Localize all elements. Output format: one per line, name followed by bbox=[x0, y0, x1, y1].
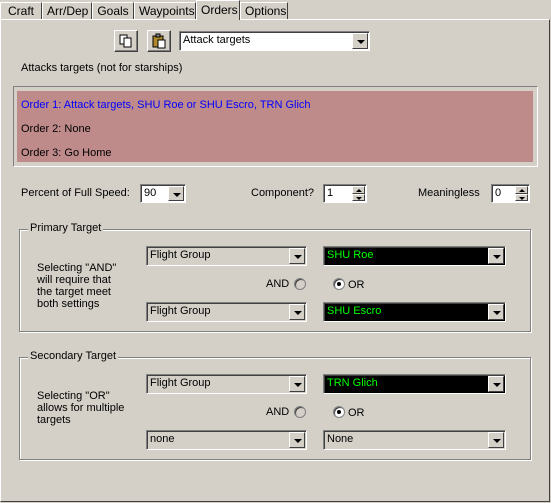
speed-value: 90 bbox=[144, 187, 157, 199]
order-3-item[interactable]: Order 3: Go Home bbox=[21, 147, 111, 159]
meaningless-value: 0 bbox=[495, 187, 502, 199]
primary-type1-value: Flight Group bbox=[150, 249, 211, 261]
order-description: Attacks targets (not for starships) bbox=[21, 62, 183, 74]
secondary-or-label: OR bbox=[348, 407, 365, 419]
primary-type2-value: Flight Group bbox=[150, 305, 211, 317]
primary-or-label: OR bbox=[348, 279, 365, 291]
chevron-down-icon[interactable] bbox=[488, 248, 504, 264]
primary-and-radio[interactable] bbox=[294, 278, 306, 290]
chevron-down-icon[interactable] bbox=[488, 432, 504, 448]
secondary-and-label: AND bbox=[266, 406, 290, 418]
tab-bar: Craft Arr/Dep Goals Waypoints Orders Opt… bbox=[0, 0, 551, 20]
spinner-arrows-icon[interactable] bbox=[352, 186, 365, 201]
tab-options[interactable]: Options bbox=[240, 2, 288, 19]
copy-order-button[interactable] bbox=[114, 30, 138, 52]
orders-list: Order 1: Attack targets, SHU Roe or SHU … bbox=[13, 86, 538, 167]
secondary-target2-value: None bbox=[327, 433, 354, 445]
primary-hint-line-3: the target meet bbox=[37, 286, 111, 298]
secondary-hint-line-3: targets bbox=[37, 414, 71, 426]
chevron-down-icon[interactable] bbox=[488, 376, 504, 392]
primary-type1-select[interactable]: Flight Group bbox=[146, 246, 307, 266]
primary-target2-value: SHU Escro bbox=[327, 305, 382, 317]
tab-orders[interactable]: Orders bbox=[196, 0, 240, 20]
order-1-item[interactable]: Order 1: Attack targets, SHU Roe or SHU … bbox=[21, 99, 311, 111]
tab-goals[interactable]: Goals bbox=[92, 2, 134, 19]
speed-select[interactable]: 90 bbox=[140, 184, 186, 203]
component-value: 1 bbox=[327, 187, 334, 199]
secondary-type2-select[interactable]: none bbox=[146, 430, 307, 450]
order-type-value: Attack targets bbox=[183, 34, 251, 46]
order-type-select[interactable]: Attack targets bbox=[179, 31, 370, 51]
tab-waypoints[interactable]: Waypoints bbox=[134, 2, 196, 19]
primary-target1-select[interactable]: SHU Roe bbox=[323, 246, 506, 266]
orders-list-body: Order 1: Attack targets, SHU Roe or SHU … bbox=[17, 91, 533, 162]
primary-target-title: Primary Target bbox=[28, 222, 104, 234]
secondary-type1-value: Flight Group bbox=[150, 377, 211, 389]
chevron-down-icon[interactable] bbox=[168, 186, 184, 201]
component-spinner[interactable]: 1 bbox=[323, 184, 367, 203]
secondary-and-radio[interactable] bbox=[294, 406, 306, 418]
copy-icon bbox=[119, 34, 132, 48]
secondary-hint-line-1: Selecting "OR" bbox=[37, 390, 110, 402]
meaningless-spinner[interactable]: 0 bbox=[491, 184, 530, 203]
secondary-target1-value: TRN Glich bbox=[327, 377, 378, 389]
primary-target1-value: SHU Roe bbox=[327, 249, 374, 261]
primary-hint-line-1: Selecting "AND" bbox=[37, 262, 117, 274]
secondary-target2-select[interactable]: None bbox=[323, 430, 506, 450]
secondary-type1-select[interactable]: Flight Group bbox=[146, 374, 307, 394]
tab-craft[interactable]: Craft bbox=[0, 2, 42, 19]
paste-icon bbox=[152, 33, 166, 49]
primary-hint-line-4: both settings bbox=[37, 298, 100, 310]
chevron-down-icon[interactable] bbox=[289, 376, 305, 392]
primary-or-radio[interactable] bbox=[333, 278, 345, 290]
speed-label: Percent of Full Speed: bbox=[21, 187, 130, 199]
chevron-down-icon[interactable] bbox=[289, 432, 305, 448]
tab-arr-dep[interactable]: Arr/Dep bbox=[42, 2, 92, 19]
paste-order-button[interactable] bbox=[147, 30, 171, 52]
primary-and-label: AND bbox=[266, 278, 290, 290]
secondary-target1-select[interactable]: TRN Glich bbox=[323, 374, 506, 394]
chevron-down-icon[interactable] bbox=[352, 33, 368, 49]
secondary-hint-line-2: allows for multiple bbox=[37, 402, 125, 414]
primary-target2-select[interactable]: SHU Escro bbox=[323, 302, 506, 322]
primary-hint-line-2: will require that bbox=[37, 274, 111, 286]
secondary-type2-value: none bbox=[150, 433, 175, 445]
order-2-item[interactable]: Order 2: None bbox=[21, 123, 91, 135]
chevron-down-icon[interactable] bbox=[289, 304, 305, 320]
primary-type2-select[interactable]: Flight Group bbox=[146, 302, 307, 322]
secondary-target-title: Secondary Target bbox=[28, 350, 119, 362]
component-label: Component? bbox=[251, 187, 314, 199]
chevron-down-icon[interactable] bbox=[488, 304, 504, 320]
meaningless-label: Meaningless bbox=[418, 187, 480, 199]
secondary-or-radio[interactable] bbox=[333, 406, 345, 418]
spinner-arrows-icon[interactable] bbox=[515, 186, 528, 201]
chevron-down-icon[interactable] bbox=[289, 248, 305, 264]
